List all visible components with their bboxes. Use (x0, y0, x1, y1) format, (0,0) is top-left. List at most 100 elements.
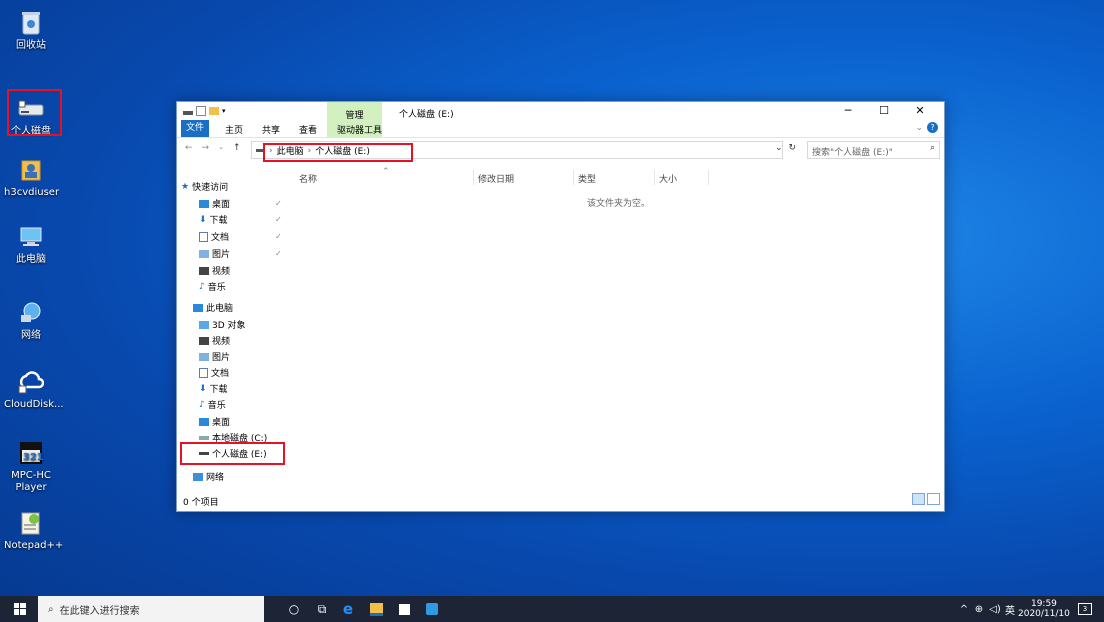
new-folder-icon[interactable] (209, 107, 219, 115)
ribbon-help: ⌄ ? (915, 122, 938, 133)
column-type[interactable]: 类型 (578, 172, 596, 185)
refresh-icon[interactable]: ↻ (789, 143, 797, 153)
recycle-bin-icon (16, 8, 46, 38)
window-title: 个人磁盘 (E:) (399, 110, 454, 120)
user-folder-icon (16, 155, 46, 185)
nav-quick-access[interactable]: ★ 快速访问 (181, 180, 228, 194)
network-small-icon (193, 472, 203, 481)
volume-icon[interactable]: ◁) (988, 596, 1002, 622)
video-icon (199, 266, 209, 275)
pictures-icon (199, 352, 209, 361)
file-explorer-icon[interactable] (364, 596, 388, 622)
highlight-box-desktop-disk (7, 89, 62, 136)
column-divider[interactable] (473, 170, 474, 185)
desktop-icon-label: CloudDisk... (4, 399, 64, 410)
nav-pc-videos[interactable]: 视频 (199, 334, 230, 347)
tab-drive-tools[interactable]: 驱动器工具 (337, 123, 382, 136)
music-icon: ♪ (199, 281, 205, 292)
desktop-icon-mpc-player[interactable]: 321 MPC-HC Player (4, 438, 58, 494)
tab-home[interactable]: 主页 (225, 123, 243, 136)
svg-text:321: 321 (23, 452, 44, 463)
desktop-icon-cloud-disk[interactable]: CloudDisk... (4, 367, 64, 411)
start-button[interactable] (6, 596, 34, 622)
recent-dropdown-icon[interactable]: ⌄ (218, 143, 224, 153)
download-icon: ⬇ (199, 383, 207, 394)
tab-file[interactable]: 文件 (181, 120, 209, 137)
column-date-modified[interactable]: 修改日期 (478, 172, 514, 185)
column-divider[interactable] (654, 170, 655, 185)
show-hidden-icons-icon[interactable]: ^ (958, 596, 970, 622)
close-button[interactable]: ✕ (902, 104, 938, 117)
forward-arrow-icon[interactable]: → (202, 143, 210, 153)
ribbon-tabs: 文件 主页 共享 查看 驱动器工具 ⌄ ? (177, 120, 944, 138)
mpc-player-icon: 321 (16, 438, 46, 468)
column-name[interactable]: 名称 (299, 172, 317, 185)
address-dropdown-icon[interactable]: ⌄ (775, 143, 783, 153)
column-size[interactable]: 大小 (659, 172, 677, 185)
edge-icon[interactable]: e (336, 596, 360, 622)
nav-pc-downloads[interactable]: ⬇ 下载 (199, 382, 228, 396)
nav-videos[interactable]: 视频 (199, 264, 230, 277)
nav-downloads[interactable]: ⬇ 下载 (199, 213, 228, 227)
desktop-icon-network[interactable]: 网络 (4, 298, 58, 342)
tab-view[interactable]: 查看 (299, 123, 317, 136)
up-arrow-icon[interactable]: ↑ (233, 143, 241, 153)
windows-logo-icon (14, 603, 26, 615)
desktop-icon-this-pc[interactable]: 此电脑 (4, 222, 58, 266)
maximize-button[interactable]: ☐ (866, 104, 902, 117)
desktop-icon-label: 回收站 (16, 40, 46, 51)
clock-time: 19:59 (1030, 599, 1057, 609)
store-icon[interactable] (392, 596, 416, 622)
nav-pc-documents[interactable]: 文档 (199, 366, 229, 379)
computer-icon (16, 222, 46, 252)
nav-3d-objects[interactable]: 3D 对象 (199, 318, 246, 331)
desktop-icon-user-folder[interactable]: h3cvdiuser (4, 155, 60, 199)
explorer-window: ▾ 管理 个人磁盘 (E:) ─ ☐ ✕ 文件 主页 共享 查看 驱动器工具 ⌄… (176, 101, 945, 512)
pin-icon[interactable]: ✓ (275, 232, 282, 241)
pictures-icon (199, 249, 209, 258)
desktop-icon-recycle-bin[interactable]: 回收站 (4, 8, 58, 52)
taskbar-search[interactable]: ⌕ 在此键入进行搜索 (38, 596, 264, 622)
3d-objects-icon (199, 320, 209, 329)
desktop-icon-label: MPC-HC Player (11, 470, 51, 493)
nav-music[interactable]: ♪ 音乐 (199, 280, 226, 294)
desktop-icon-notepad-plus[interactable]: Notepad++ (4, 508, 63, 552)
nav-pc-music[interactable]: ♪ 音乐 (199, 398, 226, 412)
taskbar: ⌕ 在此键入进行搜索 ○ ⧉ e ^ ⊕ ◁) 英 19:59 2020/11/… (0, 596, 1104, 622)
action-center-icon[interactable]: 3 (1074, 596, 1096, 622)
nav-pc-pictures[interactable]: 图片 (199, 350, 230, 363)
customize-dropdown-icon[interactable]: ▾ (222, 107, 226, 115)
column-divider[interactable] (708, 170, 709, 185)
help-icon[interactable]: ? (927, 122, 938, 133)
nav-pictures[interactable]: 图片 (199, 247, 230, 260)
clock[interactable]: 19:59 2020/11/10 (1018, 599, 1070, 619)
search-box[interactable]: 搜索"个人磁盘 (E:)" ⌕ (807, 141, 940, 159)
task-view-icon[interactable]: ⧉ (310, 596, 334, 622)
network-tray-icon[interactable]: ⊕ (972, 596, 986, 622)
windows-drive-icon (199, 435, 209, 440)
drive-small-icon (183, 110, 193, 115)
expand-ribbon-icon[interactable]: ⌄ (915, 123, 923, 133)
tab-share[interactable]: 共享 (262, 123, 280, 136)
sort-chevron-icon: ⌃ (382, 167, 390, 177)
details-view-icon[interactable] (912, 493, 925, 505)
nav-desktop[interactable]: 桌面 (199, 197, 230, 210)
column-divider[interactable] (573, 170, 574, 185)
large-icons-view-icon[interactable] (927, 493, 940, 505)
nav-buttons: ← → ⌄ ↑ (185, 143, 241, 153)
properties-icon[interactable] (196, 106, 206, 116)
ime-indicator[interactable]: 英 (1004, 596, 1016, 622)
nav-this-pc[interactable]: 此电脑 (193, 301, 233, 314)
nav-pc-desktop[interactable]: 桌面 (199, 415, 230, 428)
desktop-icon-label: h3cvdiuser (4, 187, 60, 198)
minimize-button[interactable]: ─ (830, 104, 866, 117)
cortana-icon[interactable]: ○ (282, 596, 306, 622)
back-arrow-icon[interactable]: ← (185, 143, 193, 153)
pin-icon[interactable]: ✓ (275, 215, 282, 224)
nav-network[interactable]: 网络 (193, 470, 224, 483)
download-icon: ⬇ (199, 214, 207, 225)
pin-icon[interactable]: ✓ (275, 199, 282, 208)
nav-documents[interactable]: 文档 (199, 230, 229, 243)
app-icon[interactable] (420, 596, 444, 622)
pin-icon[interactable]: ✓ (275, 249, 282, 258)
